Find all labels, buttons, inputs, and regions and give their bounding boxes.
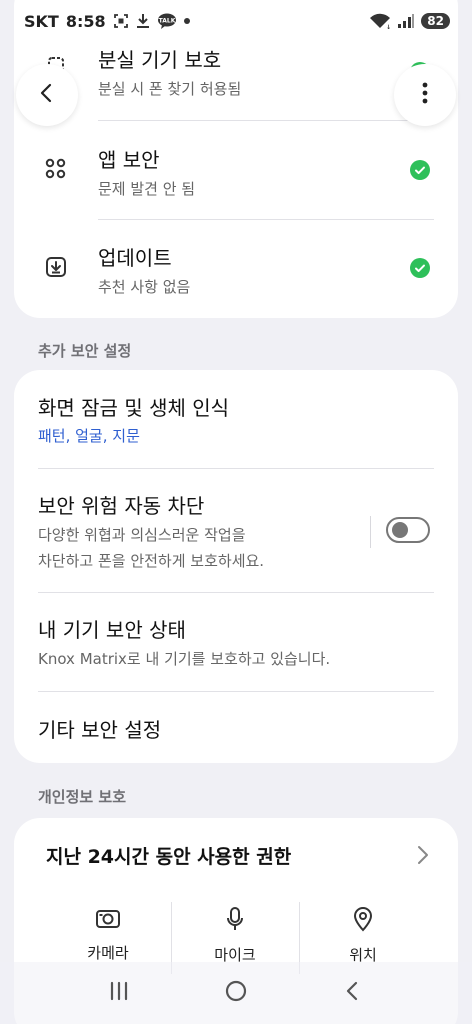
location-icon [352, 906, 374, 936]
divider [38, 468, 434, 469]
permissions-used-title: 지난 24시간 동안 사용한 권한 [46, 846, 292, 868]
permission-location[interactable]: 위치 [299, 906, 427, 965]
divider [38, 691, 434, 692]
signal-icon [397, 13, 415, 29]
more-options-button[interactable] [394, 64, 456, 126]
extra-security-card: 화면 잠금 및 생체 인식 패턴, 얼굴, 지문 보안 위험 자동 차단 다양한… [14, 370, 458, 763]
auto-block-title: 보안 위험 자동 차단 [38, 494, 205, 518]
home-button[interactable] [224, 979, 248, 1007]
divider [38, 592, 434, 593]
chevron-left-icon [36, 82, 58, 108]
auto-block-subtitle-line1: 다양한 위협과 의심스러운 작업을 [38, 526, 246, 544]
divider [98, 219, 434, 220]
navigation-bar [0, 962, 472, 1024]
download-icon [136, 13, 150, 29]
camera-label: 카메라 [87, 944, 129, 962]
talk-icon: TALK [157, 13, 177, 29]
auto-block-toggle[interactable] [386, 517, 430, 543]
app-security-icon [14, 124, 98, 214]
notification-dot-icon [183, 18, 190, 24]
recent-apps-icon [107, 981, 131, 1006]
lost-device-title: 분실 기기 보호 [98, 48, 222, 72]
extra-security-header: 추가 보안 설정 [38, 342, 132, 360]
screen-lock-subtitle: 패턴, 얼굴, 지문 [38, 427, 140, 445]
update-subtitle: 추천 사항 없음 [98, 278, 191, 296]
status-bar: SKT 8:58 TALK ↓ 82 [0, 0, 472, 42]
toggle-knob [392, 522, 408, 538]
permission-camera[interactable]: 카메라 [44, 906, 172, 963]
svg-text:↓: ↓ [386, 24, 391, 29]
recent-apps-button[interactable] [107, 980, 131, 1006]
back-arrow-icon [341, 981, 365, 1007]
time-label: 8:58 [65, 11, 106, 31]
update-icon [14, 222, 98, 312]
app-security-subtitle: 문제 발견 안 됨 [98, 180, 196, 198]
permission-microphone[interactable]: 마이크 [171, 906, 299, 965]
vertical-separator [370, 516, 371, 548]
home-icon [224, 980, 248, 1007]
device-security-subtitle: Knox Matrix로 내 기기를 보호하고 있습니다. [38, 650, 331, 668]
svg-text:TALK: TALK [158, 18, 175, 25]
device-security-title: 내 기기 보안 상태 [38, 618, 186, 642]
nav-back-button[interactable] [341, 979, 365, 1007]
more-vertical-icon [422, 82, 428, 108]
check-circle-icon [410, 258, 430, 278]
battery-indicator: 82 [421, 13, 450, 29]
camera-icon [95, 906, 121, 934]
screenshot-icon [113, 13, 129, 29]
chevron-right-icon [416, 844, 430, 870]
auto-block-subtitle-line2: 차단하고 폰을 안전하게 보호하세요. [38, 552, 265, 570]
check-circle-icon [410, 160, 430, 180]
app-security-title: 앱 보안 [98, 148, 160, 172]
back-button[interactable] [16, 64, 78, 126]
privacy-header: 개인정보 보호 [38, 788, 127, 806]
carrier-label: SKT [24, 11, 59, 31]
divider [98, 120, 434, 121]
security-status-card: 분실 기기 보호 분실 시 폰 찾기 허용됨 앱 보안 문제 발견 안 됨 업데… [14, 0, 458, 318]
wifi-icon: ↓ [369, 13, 391, 29]
other-security-title: 기타 보안 설정 [38, 718, 162, 742]
update-title: 업데이트 [98, 246, 172, 270]
microphone-icon [225, 906, 245, 936]
lost-device-subtitle: 분실 시 폰 찾기 허용됨 [98, 80, 242, 98]
screen-lock-title: 화면 잠금 및 생체 인식 [38, 396, 230, 420]
